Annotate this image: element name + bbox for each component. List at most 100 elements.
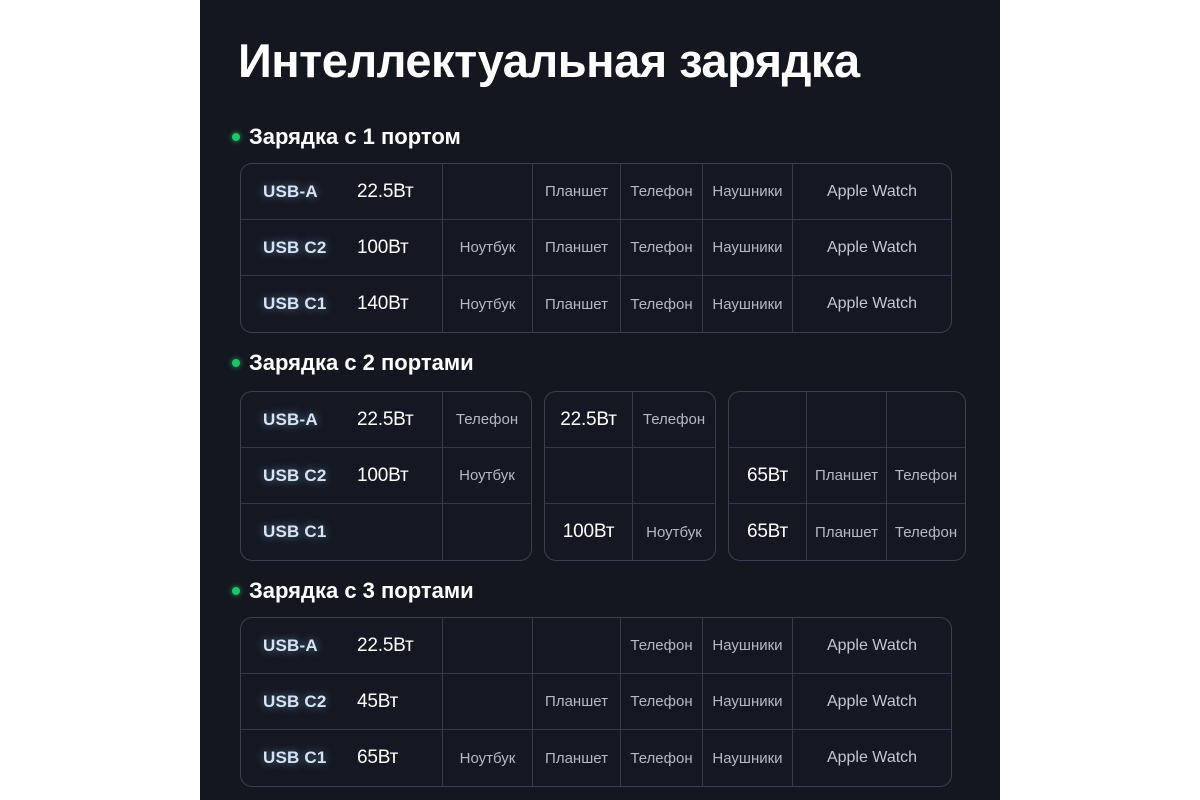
table-row: USB C2 100Вт Ноутбук: [241, 448, 531, 504]
section-two-ports: Зарядка с 2 портами: [200, 348, 1000, 378]
port-label: USB C1: [263, 748, 327, 767]
port-label: USB C1: [263, 294, 327, 313]
device-cell: Телефон: [621, 730, 703, 786]
bullet-dot-icon: [232, 359, 240, 367]
device-cell: [443, 618, 533, 674]
device-cell: Планшет: [533, 220, 621, 276]
device-cell: Планшет: [533, 164, 621, 220]
table-row: 22.5Вт Телефон: [545, 392, 715, 448]
power-value: 140Вт: [351, 276, 443, 332]
device-cell: Наушники: [703, 164, 793, 220]
power-value: 65Вт: [729, 504, 807, 560]
section-title-one-port: Зарядка с 1 портом: [249, 124, 461, 149]
device-cell: Apple Watch: [793, 618, 951, 674]
power-value: 100Вт: [351, 220, 443, 276]
power-value: 22.5Вт: [351, 164, 443, 220]
section-one-port: Зарядка с 1 портом: [200, 122, 1000, 152]
device-cell: Наушники: [703, 220, 793, 276]
power-value: 22.5Вт: [351, 392, 443, 448]
section-header-two-ports: Зарядка с 2 портами: [200, 348, 1000, 378]
port-label: USB-A: [241, 618, 351, 674]
charging-table-two-ports-block-1: USB-A 22.5Вт Телефон USB C2 100Вт Ноутбу…: [240, 391, 532, 561]
device-cell: [443, 674, 533, 730]
power-value: [351, 504, 443, 560]
device-cell: Телефон: [621, 220, 703, 276]
power-value: 100Вт: [351, 448, 443, 504]
device-cell: Наушники: [703, 618, 793, 674]
table-row: USB C1 140Вт Ноутбук Планшет Телефон Нау…: [241, 276, 951, 332]
port-label: USB C2: [241, 220, 351, 276]
table-row: [729, 392, 965, 448]
section-title-two-ports: Зарядка с 2 портами: [249, 350, 474, 375]
device-cell: Наушники: [703, 674, 793, 730]
table-row: USB-A 22.5Вт Телефон Наушники Apple Watc…: [241, 618, 951, 674]
device-cell: [633, 448, 715, 504]
table-row: [545, 448, 715, 504]
device-cell: Ноутбук: [443, 276, 533, 332]
device-cell: Apple Watch: [793, 674, 951, 730]
power-value: 65Вт: [729, 448, 807, 504]
port-label: USB C1: [263, 522, 327, 541]
section-header-one-port: Зарядка с 1 портом: [200, 122, 1000, 152]
section-header-three-ports: Зарядка с 3 портами: [200, 576, 1000, 606]
device-cell: Ноутбук: [646, 523, 702, 541]
section-title-three-ports: Зарядка с 3 портами: [249, 578, 474, 603]
device-cell: [533, 618, 621, 674]
power-value: 45Вт: [351, 674, 443, 730]
table-row: USB-A 22.5Вт Телефон: [241, 392, 531, 448]
device-cell: Наушники: [703, 730, 793, 786]
table-row: USB C1 65Вт Ноутбук Планшет Телефон Науш…: [241, 730, 951, 786]
device-cell: [807, 392, 887, 448]
device-cell: Телефон: [621, 618, 703, 674]
device-cell: Ноутбук: [443, 220, 533, 276]
device-cell: Телефон: [621, 164, 703, 220]
device-cell: Apple Watch: [826, 295, 918, 312]
section-three-ports: Зарядка с 3 портами: [200, 576, 1000, 606]
power-value: 22.5Вт: [545, 392, 633, 448]
page-title: Интеллектуальная зарядка: [238, 34, 860, 87]
device-cell: Планшет: [807, 504, 887, 560]
charging-table-two-ports-block-3: 65Вт Планшет Телефон 65Вт Планшет Телефо…: [728, 391, 966, 561]
table-group-one-port: USB-A 22.5Вт Планшет Телефон Наушники Ap…: [240, 163, 952, 333]
device-cell: Телефон: [894, 523, 958, 541]
port-label: USB-A: [241, 164, 351, 220]
table-row: 65Вт Планшет Телефон: [729, 448, 965, 504]
device-cell: Телефон: [887, 448, 965, 504]
power-value: [545, 448, 633, 504]
bullet-dot-icon: [232, 133, 240, 141]
device-cell: Apple Watch: [793, 220, 951, 276]
device-cell: Телефон: [633, 392, 715, 448]
charging-table-three-ports: USB-A 22.5Вт Телефон Наушники Apple Watc…: [240, 617, 952, 787]
charging-table-two-ports-block-2: 22.5Вт Телефон 100Вт Ноутбук: [544, 391, 716, 561]
table-row: USB-A 22.5Вт Планшет Телефон Наушники Ap…: [241, 164, 951, 220]
port-label: USB C2: [241, 448, 351, 504]
power-value: 65Вт: [351, 730, 443, 786]
table-group-three-ports: USB-A 22.5Вт Телефон Наушники Apple Watc…: [240, 617, 952, 787]
device-cell: [887, 392, 965, 448]
device-cell: Телефон: [621, 674, 703, 730]
power-value: [729, 392, 807, 448]
device-cell: Телефон: [443, 392, 531, 448]
device-cell: Наушники: [703, 276, 793, 332]
device-cell: Ноутбук: [443, 448, 531, 504]
device-cell: [443, 504, 531, 560]
device-cell: Apple Watch: [826, 749, 918, 766]
device-cell: Телефон: [621, 276, 703, 332]
device-cell: Планшет: [533, 276, 621, 332]
device-cell: Планшет: [533, 674, 621, 730]
port-label: USB C2: [241, 674, 351, 730]
power-value: 100Вт: [545, 504, 633, 560]
device-cell: Apple Watch: [793, 164, 951, 220]
screenshot-root: Интеллектуальная зарядка Зарядка с 1 пор…: [0, 0, 1200, 800]
table-row: 100Вт Ноутбук: [545, 504, 715, 560]
table-row: 65Вт Планшет Телефон: [729, 504, 965, 560]
device-cell: [443, 164, 533, 220]
table-row: USB C2 100Вт Ноутбук Планшет Телефон Нау…: [241, 220, 951, 276]
device-cell: Планшет: [807, 448, 887, 504]
power-value: 22.5Вт: [351, 618, 443, 674]
device-cell: Планшет: [533, 730, 621, 786]
table-row: USB C2 45Вт Планшет Телефон Наушники App…: [241, 674, 951, 730]
bullet-dot-icon: [232, 587, 240, 595]
content-panel: Интеллектуальная зарядка Зарядка с 1 пор…: [200, 0, 1000, 800]
port-label: USB-A: [241, 392, 351, 448]
